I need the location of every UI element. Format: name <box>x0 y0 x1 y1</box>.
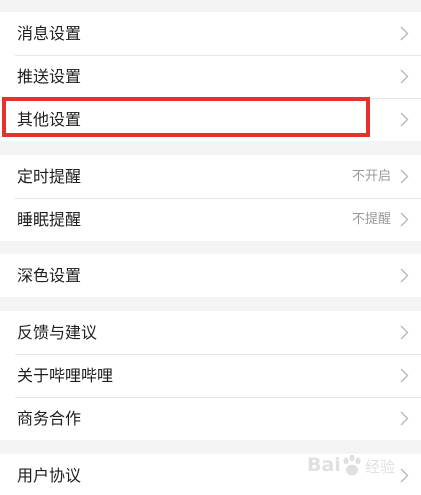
row-value: 不提醒 <box>351 212 391 227</box>
settings-row-business[interactable]: 商务合作 <box>0 397 421 440</box>
chevron-right-icon <box>400 411 409 426</box>
settings-group-about: 反馈与建议 关于哔哩哔哩 商务合作 <box>0 311 421 440</box>
chevron-right-icon <box>400 212 409 227</box>
row-label: 其他设置 <box>17 110 82 129</box>
chevron-right-icon <box>400 112 409 127</box>
row-label: 关于哔哩哔哩 <box>17 366 114 385</box>
row-label: 用户协议 <box>17 466 82 485</box>
settings-group-appearance: 深色设置 <box>0 254 421 297</box>
chevron-right-icon <box>400 268 409 283</box>
chevron-right-icon <box>400 468 409 483</box>
settings-group-legal: 用户协议 <box>0 454 421 495</box>
chevron-right-icon <box>400 26 409 41</box>
settings-row-dark-mode[interactable]: 深色设置 <box>0 254 421 297</box>
row-label: 推送设置 <box>17 67 82 86</box>
row-label: 反馈与建议 <box>17 323 98 342</box>
settings-row-timer-reminder[interactable]: 定时提醒 不开启 <box>0 155 421 198</box>
row-label: 定时提醒 <box>17 167 82 186</box>
settings-row-message[interactable]: 消息设置 <box>0 12 421 55</box>
settings-row-other[interactable]: 其他设置 <box>0 98 421 141</box>
settings-group-reminders: 定时提醒 不开启 睡眠提醒 不提醒 <box>0 155 421 241</box>
row-label: 睡眠提醒 <box>17 210 82 229</box>
settings-row-sleep-reminder[interactable]: 睡眠提醒 不提醒 <box>0 198 421 241</box>
row-label: 深色设置 <box>17 266 82 285</box>
chevron-right-icon <box>400 169 409 184</box>
row-label: 消息设置 <box>17 24 82 43</box>
chevron-right-icon <box>400 368 409 383</box>
settings-page: 消息设置 推送设置 其他设置 定时提醒 不开启 睡眠提醒 不提醒 深色设置 反馈… <box>0 0 421 495</box>
settings-row-push[interactable]: 推送设置 <box>0 55 421 98</box>
chevron-right-icon <box>400 69 409 84</box>
settings-row-about-bilibili[interactable]: 关于哔哩哔哩 <box>0 354 421 397</box>
chevron-right-icon <box>400 325 409 340</box>
row-value: 不开启 <box>351 169 391 184</box>
settings-group-general: 消息设置 推送设置 其他设置 <box>0 12 421 141</box>
settings-row-user-agreement[interactable]: 用户协议 <box>0 454 421 495</box>
settings-row-feedback[interactable]: 反馈与建议 <box>0 311 421 354</box>
row-label: 商务合作 <box>17 409 82 428</box>
